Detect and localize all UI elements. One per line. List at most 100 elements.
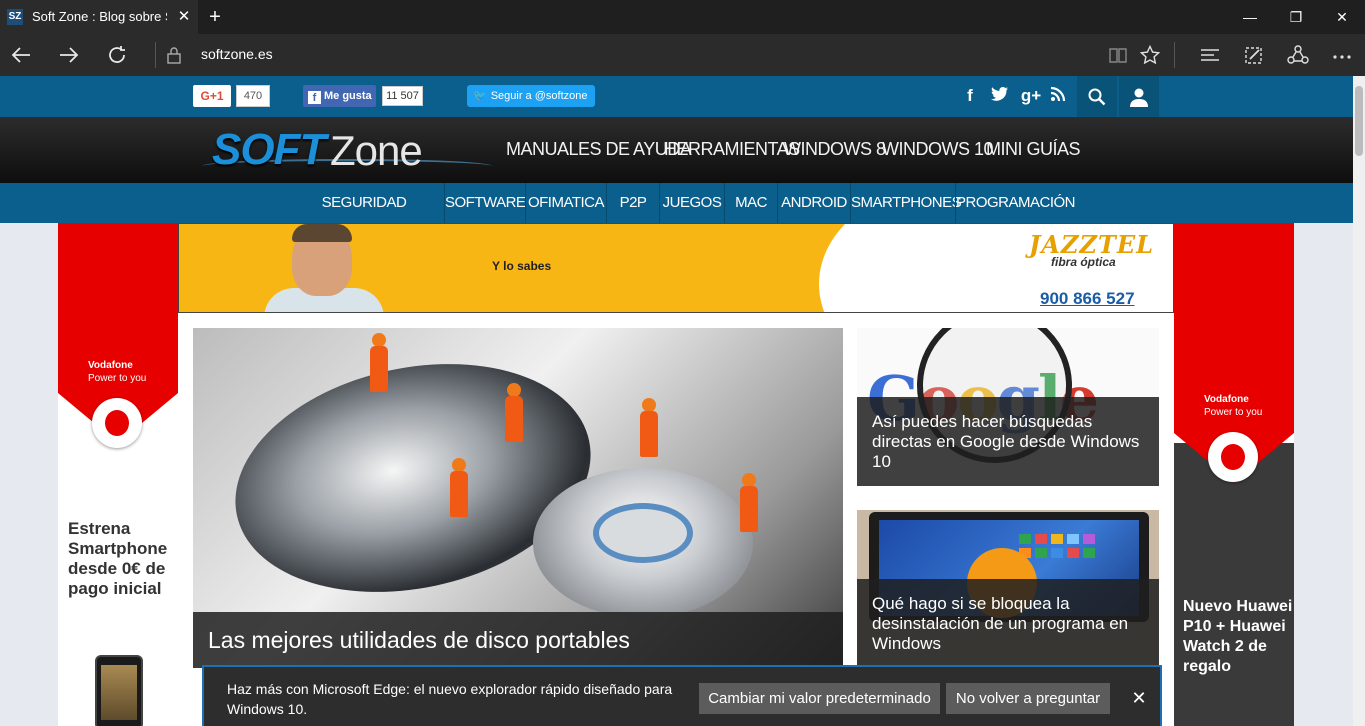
twitter-follow-label: Seguir a @softzone: [490, 90, 588, 102]
share-icon: [1287, 45, 1309, 64]
side-article-google[interactable]: Google Así puedes hacer búsquedas direct…: [857, 328, 1159, 486]
nav-mini-guias[interactable]: MINI GUÍAS: [986, 139, 1081, 160]
nav-windows-10[interactable]: WINDOWS 10: [882, 139, 994, 160]
side-article-title[interactable]: Qué hago si se bloquea la desinstalación…: [872, 594, 1152, 654]
worker-figure: [638, 398, 660, 458]
category-p2p[interactable]: P2P: [607, 183, 659, 223]
user-icon: [1130, 88, 1148, 107]
scrollbar-thumb[interactable]: [1355, 86, 1363, 156]
back-icon: [11, 47, 30, 63]
favorite-star-icon: [1139, 44, 1161, 65]
ad-tagline: Power to you: [1204, 407, 1263, 418]
divider: [155, 42, 156, 68]
browser-tab[interactable]: SZ Soft Zone : Blog sobre S ✕: [0, 0, 198, 34]
search-button[interactable]: [1077, 76, 1117, 117]
hard-disk-spindle: [593, 503, 693, 563]
change-default-button[interactable]: Cambiar mi valor predeterminado: [699, 683, 940, 714]
featured-article-title[interactable]: Las mejores utilidades de disco portable…: [208, 627, 630, 654]
phone-screen: [101, 665, 137, 720]
refresh-button[interactable]: [101, 39, 133, 71]
smartphone-image: [95, 655, 143, 726]
ad-tagline: Power to you: [88, 373, 147, 384]
side-article-uninstall[interactable]: Qué hago si se bloquea la desinstalación…: [857, 510, 1159, 668]
banner-phone-link[interactable]: 900 866 527: [1040, 289, 1135, 309]
twitter-link-icon[interactable]: [990, 86, 1010, 106]
forward-button[interactable]: [53, 39, 85, 71]
category-seguridad[interactable]: SEGURIDAD INFORMÁTICA: [284, 183, 444, 251]
new-tab-button[interactable]: +: [203, 5, 227, 29]
right-side-ad[interactable]: Vodafone Power to you Nuevo Huawei P10 +…: [1174, 223, 1294, 726]
category-programacion[interactable]: PROGRAMACIÓN: [956, 183, 1076, 223]
category-smartphones[interactable]: SMARTPHONES: [851, 183, 962, 223]
user-button[interactable]: [1119, 76, 1159, 117]
lock-icon: [167, 47, 181, 64]
close-window-button[interactable]: ✕: [1319, 0, 1365, 34]
ad-brand: Vodafone: [1204, 394, 1249, 405]
close-tab-icon[interactable]: ✕: [174, 7, 194, 27]
featured-article[interactable]: Las mejores utilidades de disco portable…: [193, 328, 843, 668]
twitter-follow-button[interactable]: 🐦 Seguir a @softzone: [467, 85, 595, 107]
banner-text: Y lo sabes: [492, 259, 552, 273]
reading-view-button[interactable]: [1102, 39, 1134, 71]
restore-button[interactable]: ❐: [1273, 0, 1319, 34]
gplus-button[interactable]: G+1: [193, 85, 231, 107]
logo-soft-text: SOFT: [212, 125, 326, 174]
left-side-ad[interactable]: Vodafone Power to you Estrena Smartphone…: [58, 223, 178, 726]
facebook-like-button[interactable]: f Me gusta: [303, 85, 376, 107]
worker-figure: [503, 383, 525, 443]
banner-person-image: [264, 224, 384, 312]
person-hair: [292, 224, 352, 242]
side-article-title[interactable]: Así puedes hacer búsquedas directas en G…: [872, 412, 1152, 472]
worker-figure: [738, 473, 760, 533]
refresh-icon: [109, 46, 125, 63]
notification-text: Haz más con Microsoft Edge: el nuevo exp…: [227, 681, 673, 717]
gplus-link-icon[interactable]: g+: [1019, 86, 1043, 106]
share-button[interactable]: [1282, 39, 1314, 71]
gplus-count: 470: [236, 85, 270, 107]
site-header: SOFT Zone MANUALES DE AYUDA HERRAMIENTAS…: [0, 117, 1353, 183]
reading-view-icon: [1109, 48, 1127, 63]
category-nav: SEGURIDAD INFORMÁTICA SOFTWARE OFIMATICA…: [0, 183, 1353, 251]
back-button[interactable]: [5, 39, 37, 71]
hub-button[interactable]: [1194, 39, 1226, 71]
category-android[interactable]: ANDROID: [778, 183, 850, 223]
url-field[interactable]: softzone.es: [201, 46, 273, 62]
minimize-button[interactable]: —: [1227, 0, 1273, 34]
site-logo[interactable]: SOFT Zone: [202, 125, 492, 177]
nav-herramientas[interactable]: HERRAMIENTAS: [664, 139, 800, 160]
jazztel-subtitle: fibra óptica: [1051, 255, 1116, 269]
address-bar: softzone.es: [0, 34, 1365, 76]
nav-windows-8[interactable]: WINDOWS 8: [784, 139, 886, 160]
jazztel-banner-ad[interactable]: Y lo sabes JAZZTEL fibra óptica 900 866 …: [178, 223, 1174, 313]
category-mac[interactable]: MAC: [725, 183, 777, 223]
edge-default-browser-bar: Haz más con Microsoft Edge: el nuevo exp…: [202, 665, 1162, 726]
dont-ask-again-button[interactable]: No volver a preguntar: [946, 683, 1110, 714]
category-software[interactable]: SOFTWARE: [445, 183, 526, 223]
social-bar: G+1 470 f Me gusta 11 507 🐦 Seguir a @soft…: [0, 76, 1353, 117]
title-bar: SZ Soft Zone : Blog sobre S ✕ + — ❐ ✕: [0, 0, 1365, 34]
category-juegos[interactable]: JUEGOS: [660, 183, 724, 223]
close-notification-icon[interactable]: ✕: [1127, 685, 1151, 711]
logo-zone-text: Zone: [330, 127, 423, 174]
favorites-button[interactable]: [1134, 39, 1166, 71]
gplus-label: G+1: [200, 89, 224, 103]
ad-text: Nuevo Huawei P10 + Huawei Watch 2 de reg…: [1183, 598, 1293, 675]
facebook-like-label: Me gusta: [324, 90, 372, 102]
facebook-link-icon[interactable]: f: [960, 86, 980, 106]
page-viewport: G+1 470 f Me gusta 11 507 🐦 Seguir a @soft…: [0, 76, 1353, 726]
worker-figure: [368, 333, 390, 393]
web-note-icon: [1245, 47, 1262, 64]
facebook-like-count: 11 507: [382, 86, 423, 106]
forward-icon: [60, 47, 79, 63]
search-icon: [1088, 88, 1106, 106]
vertical-scrollbar[interactable]: [1353, 76, 1365, 726]
vodafone-logo-icon: [1208, 432, 1258, 482]
hub-icon: [1201, 49, 1219, 61]
divider: [1174, 42, 1175, 68]
category-ofimatica[interactable]: OFIMATICA: [526, 183, 606, 223]
more-button[interactable]: [1326, 39, 1358, 71]
web-note-button[interactable]: [1238, 39, 1270, 71]
more-icon: [1333, 55, 1351, 59]
rss-icon[interactable]: [1048, 86, 1068, 106]
tab-title: Soft Zone : Blog sobre S: [32, 9, 167, 24]
